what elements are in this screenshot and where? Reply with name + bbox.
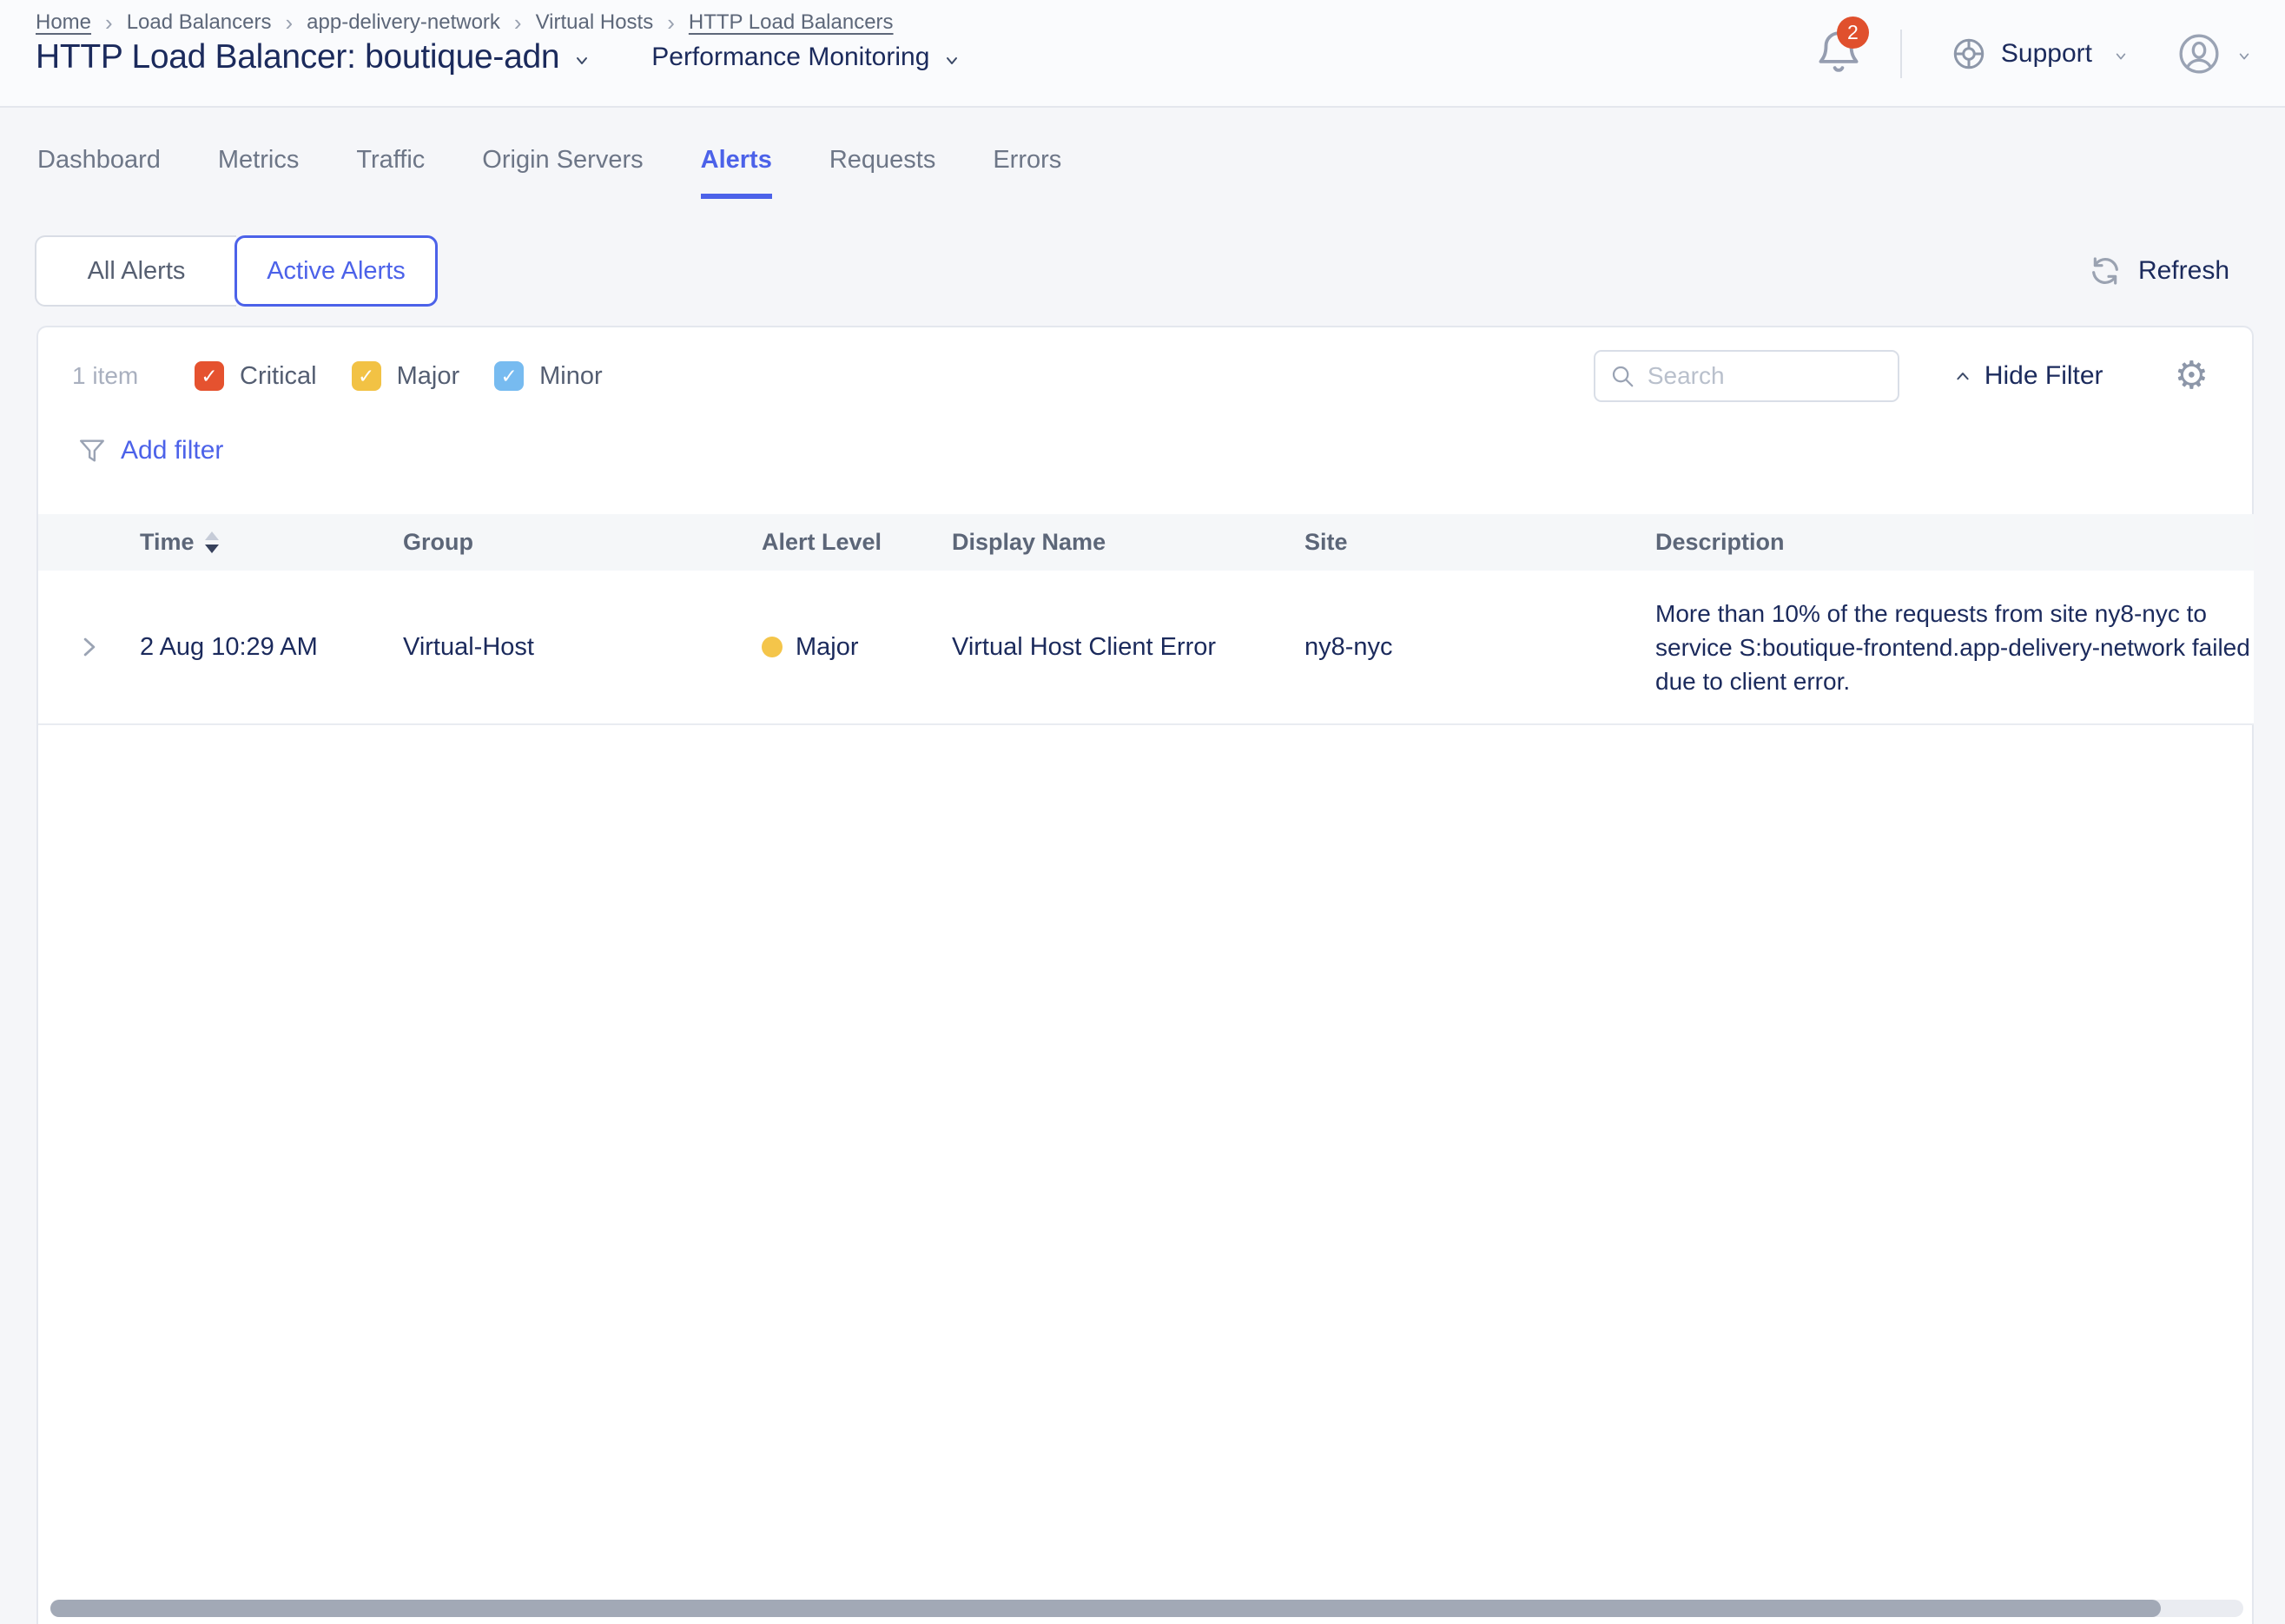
cell-site: ny8-nyc (1304, 633, 1655, 662)
breadcrumb-load-balancers[interactable]: Load Balancers (127, 10, 272, 35)
view-selector[interactable]: Performance Monitoring (651, 43, 929, 72)
tab-alerts[interactable]: Alerts (701, 146, 772, 199)
column-header-description[interactable]: Description (1655, 529, 2254, 556)
major-checkbox[interactable]: ✓ Major (352, 361, 460, 391)
critical-checkbox-box: ✓ (195, 361, 224, 391)
table-header: Time Group Alert Level Display Name Site… (38, 514, 2254, 571)
page-title: HTTP Load Balancer: boutique-adn (36, 38, 559, 76)
minor-checkbox[interactable]: ✓ Minor (494, 361, 603, 391)
user-menu[interactable] (2177, 32, 2250, 76)
minor-label: Minor (539, 362, 603, 391)
critical-checkbox[interactable]: ✓ Critical (195, 361, 317, 391)
add-filter-button[interactable]: Add filter (77, 435, 223, 466)
cell-time: 2 Aug 10:29 AM (140, 633, 403, 662)
top-bar: Home › Load Balancers › app-delivery-net… (0, 0, 2285, 108)
funnel-icon (77, 435, 107, 466)
refresh-button[interactable]: Refresh (2088, 235, 2229, 307)
row-expander-chevron-right-icon[interactable] (78, 634, 101, 660)
breadcrumb-separator-icon: › (105, 11, 113, 34)
horizontal-scrollbar-track[interactable] (50, 1600, 2243, 1617)
tab-dashboard[interactable]: Dashboard (37, 146, 161, 199)
cell-alert-level: Major (762, 633, 952, 662)
user-chevron-down-icon (2238, 50, 2250, 63)
gear-icon[interactable]: ⚙ (2175, 357, 2209, 395)
column-header-display-name[interactable]: Display Name (952, 529, 1304, 556)
cell-group: Virtual-Host (403, 633, 762, 662)
search-box (1594, 350, 1899, 402)
cell-display-name: Virtual Host Client Error (952, 633, 1304, 662)
support-menu[interactable]: Support (1951, 36, 2127, 72)
search-icon (1609, 363, 1635, 389)
breadcrumb-home[interactable]: Home (36, 10, 91, 35)
breadcrumb-http-load-balancers[interactable]: HTTP Load Balancers (689, 10, 894, 35)
view-selector-chevron-down-icon[interactable] (945, 54, 959, 68)
alerts-page: Home › Load Balancers › app-delivery-net… (0, 0, 2285, 1624)
topbar-divider (1900, 30, 1902, 78)
tab-requests[interactable]: Requests (829, 146, 936, 199)
avatar-icon (2177, 32, 2221, 76)
add-filter-label: Add filter (121, 436, 223, 465)
description-text: More than 10% of the requests from site … (1655, 597, 2254, 698)
lifebuoy-icon (1951, 36, 1987, 72)
item-count: 1 item (72, 362, 139, 390)
refresh-label: Refresh (2138, 256, 2229, 286)
tab-errors[interactable]: Errors (993, 146, 1061, 199)
sort-icon (205, 531, 219, 553)
alerts-card: 1 item ✓ Critical ✓ Major ✓ Minor (36, 326, 2254, 1624)
critical-label: Critical (240, 362, 317, 391)
breadcrumb-separator-icon: › (667, 11, 675, 34)
table-row[interactable]: 2 Aug 10:29 AM Virtual-Host Major Virtua… (38, 571, 2254, 725)
major-dot-icon (762, 637, 783, 657)
breadcrumb-separator-icon: › (514, 11, 522, 34)
breadcrumb: Home › Load Balancers › app-delivery-net… (36, 10, 894, 35)
horizontal-scrollbar-thumb[interactable] (50, 1600, 2161, 1617)
major-label: Major (397, 362, 460, 391)
active-alerts-button[interactable]: Active Alerts (234, 235, 438, 307)
search-input[interactable] (1648, 362, 1884, 390)
support-label: Support (2001, 39, 2092, 69)
cell-description: More than 10% of the requests from site … (1655, 597, 2254, 698)
breadcrumb-separator-icon: › (285, 11, 293, 34)
major-checkbox-box: ✓ (352, 361, 381, 391)
column-header-site[interactable]: Site (1304, 529, 1655, 556)
title-dropdown-chevron-down-icon[interactable] (575, 54, 589, 68)
minor-checkbox-box: ✓ (494, 361, 524, 391)
breadcrumb-namespace[interactable]: app-delivery-network (307, 10, 500, 35)
tab-origin-servers[interactable]: Origin Servers (482, 146, 643, 199)
all-alerts-button[interactable]: All Alerts (35, 235, 236, 307)
notification-badge: 2 (1837, 17, 1869, 49)
column-header-time[interactable]: Time (140, 529, 403, 556)
hide-filter-button[interactable]: Hide Filter (1955, 361, 2103, 391)
tab-bar: Dashboard Metrics Traffic Origin Servers… (37, 146, 1061, 199)
column-header-group[interactable]: Group (403, 529, 762, 556)
tab-metrics[interactable]: Metrics (218, 146, 299, 199)
title-row: HTTP Load Balancer: boutique-adn Perform… (36, 38, 959, 76)
tab-traffic[interactable]: Traffic (356, 146, 425, 199)
refresh-icon (2088, 254, 2123, 288)
alert-level-text: Major (796, 633, 859, 662)
notifications-button[interactable]: 2 (1813, 25, 1864, 83)
breadcrumb-virtual-hosts[interactable]: Virtual Hosts (536, 10, 654, 35)
alerts-view-toggle: All Alerts Active Alerts (35, 235, 438, 307)
alerts-table: Time Group Alert Level Display Name Site… (38, 514, 2254, 725)
chevron-up-icon (1955, 369, 1969, 383)
support-chevron-down-icon (2115, 50, 2127, 63)
filter-toolbar: 1 item ✓ Critical ✓ Major ✓ Minor (38, 348, 2252, 404)
topbar-actions: 2 Support (1813, 0, 2250, 108)
column-header-alert-level[interactable]: Alert Level (762, 529, 952, 556)
hide-filter-label: Hide Filter (1985, 361, 2103, 391)
